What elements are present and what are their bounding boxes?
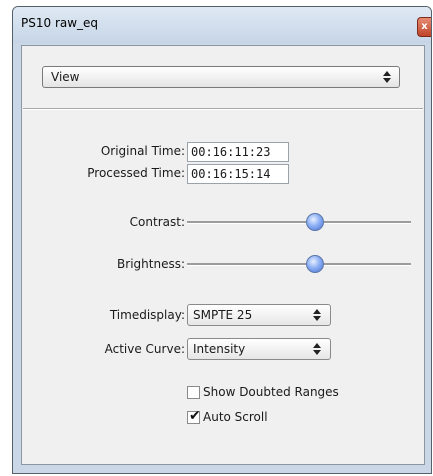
timedisplay-select[interactable]: SMPTE 25 [187,304,331,326]
original-time-label: Original Time: [100,144,185,158]
processed-time-field[interactable]: 00:16:15:14 [187,164,289,184]
checkmark-icon: ✔ [189,408,201,424]
divider [23,108,423,110]
contrast-slider[interactable] [187,212,411,232]
updown-arrows-icon [313,309,321,321]
show-doubted-ranges-box[interactable] [187,386,200,399]
brightness-slider[interactable] [187,254,411,274]
show-doubted-ranges-label: Show Doubted Ranges [203,385,339,399]
view-select[interactable]: View [42,66,400,88]
active-curve-value: Intensity [193,342,246,356]
brightness-slider-track [187,263,411,266]
processed-time-label: Processed Time: [87,166,185,180]
dialog-window: PS10 raw_eq x View Original Time: 00:16:… [12,6,432,474]
brightness-label: Brightness: [117,257,185,271]
original-time-field[interactable]: 00:16:11:23 [187,142,289,162]
timedisplay-value: SMPTE 25 [193,308,253,322]
auto-scroll-label: Auto Scroll [203,410,268,424]
timedisplay-label: Timedisplay: [109,308,185,322]
window-title: PS10 raw_eq [21,16,99,30]
contrast-slider-thumb[interactable] [306,213,324,231]
close-icon: x [421,21,428,32]
title-bar[interactable]: PS10 raw_eq x [13,7,431,43]
contrast-slider-track [187,221,411,224]
close-button[interactable]: x [417,17,431,37]
active-curve-label: Active Curve: [104,342,185,356]
auto-scroll-box[interactable]: ✔ [187,408,201,424]
updown-arrows-icon [383,71,391,83]
active-curve-select[interactable]: Intensity [187,338,331,360]
dialog-client-area: View Original Time: 00:16:11:23 Processe… [21,45,425,465]
contrast-label: Contrast: [129,215,185,229]
brightness-slider-thumb[interactable] [306,255,324,273]
updown-arrows-icon [313,343,321,355]
view-select-value: View [51,70,80,84]
